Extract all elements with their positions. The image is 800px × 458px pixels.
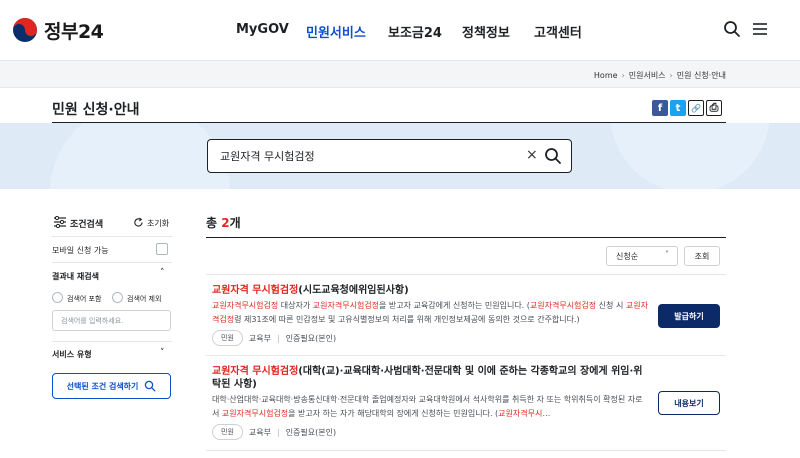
tag-separator: | [276,333,280,343]
item-divider [206,450,726,451]
breadcrumb-home[interactable]: Home [594,71,618,80]
query-button[interactable]: 조회 [684,246,720,266]
nav-subsidy[interactable]: 보조금24 [388,22,442,41]
nav-mygov[interactable]: MyGOV [236,22,289,37]
auth-label: 인증필요(본인) [285,333,337,343]
site-header: 정부24 MyGOV 민원서비스 보조금24 정책정보 고객센터 [0,0,800,60]
search-icon [145,380,156,392]
include-label: 검색어 포함 [67,295,102,303]
type-tag: 민원 [212,330,243,346]
share-buttons: f t 🔗 ⎙ [652,100,722,116]
org-label: 교육부 [248,333,271,343]
filter-sliders-icon [54,216,66,228]
view-details-button[interactable]: 내용보기 [658,391,720,415]
breadcrumb-current: 민원 신청·안내 [676,71,726,80]
twitter-share-icon[interactable]: t [670,100,686,116]
print-icon[interactable]: ⎙ [706,100,722,116]
item-divider [206,355,726,356]
total-prefix: 총 [206,216,222,230]
sidebar-divider [52,262,172,263]
result-total: 총 2개 [206,214,241,231]
search-input[interactable] [220,147,510,165]
sort-value: 신청순 [616,252,639,261]
item-divider [206,274,726,275]
result-description: 대학·산업대학·교육대학·방송통신대학·전문대학 졸업예정자와 교육대학원에서 … [212,393,648,420]
menu-icon[interactable] [750,19,770,39]
breadcrumb-civil-service[interactable]: 민원서비스 [629,70,666,81]
search-icon[interactable] [722,19,742,39]
keyword-highlight: 교원자격무시… [498,408,551,418]
mobile-filter-label: 모바일 신청 가능 [52,246,109,255]
site-logo[interactable]: 정부24 [12,16,104,44]
total-suffix: 개 [229,216,241,230]
auth-label: 인증필요(본인) [285,427,337,437]
include-radio[interactable] [52,292,63,303]
description-text: 신청 시 [596,301,626,310]
search-submit-icon[interactable] [543,146,563,166]
result-tags: 민원 교육부 | 인증필요(본인) [212,424,336,440]
clear-search-icon[interactable]: × [526,147,538,163]
nav-civil-service[interactable]: 민원서비스 [306,22,366,41]
refine-search-label: 결과내 재검색 [52,272,99,281]
chevron-down-icon: ˅ [665,250,669,259]
keyword-highlight: 교원자격무시험검정 [221,408,289,418]
sidebar-divider [52,341,172,342]
nav-customer-center[interactable]: 고객센터 [534,22,582,41]
sort-select[interactable]: 신청순 ˅ [606,246,678,266]
chevron-right-icon: › [669,71,673,80]
exclude-label: 검색어 제외 [127,295,162,303]
chevron-right-icon: › [621,71,625,80]
org-label: 교육부 [248,427,271,437]
tag-separator: | [276,427,280,437]
link-copy-icon[interactable]: 🔗 [688,100,704,116]
filter-title: 조건검색 [70,220,104,230]
exclude-radio[interactable] [112,292,123,303]
sidebar-divider [52,236,172,237]
breadcrumb: Home › 민원서비스 › 민원 신청·안내 [594,70,726,81]
type-tag: 민원 [212,424,243,440]
keyword-highlight: 교원자격무시험검정 [312,301,380,310]
refine-search-input[interactable] [52,310,171,331]
description-text: 을 받고자 하는 자가 해당대학의 장에게 신청하는 민원입니다. ( [288,408,499,418]
page-title: 민원 신청·안내 [52,102,140,118]
result-description: 교원자격무시험검정 대상자가 교원자격무시험검정을 받고자 교육감에게 신청하는… [212,299,648,326]
breadcrumb-bar: Home › 민원서비스 › 민원 신청·안내 [0,60,800,88]
description-text: 을 받고자 교육감에게 신청하는 민원입니다. ( [379,301,530,310]
result-title-highlight: 교원자격 무시험검정 [212,285,299,296]
refresh-icon[interactable] [133,217,144,228]
description-text: 령 제31조에 따른 민감정보 및 고유식별정보의 처리를 위해 개인정보제공에… [234,314,580,324]
chevron-up-icon[interactable]: ˄ [160,268,165,278]
keyword-highlight: 교원자격무시험검정 [212,301,279,310]
reset-button[interactable]: 초기화 [147,218,169,229]
mobile-filter-checkbox[interactable] [156,243,168,255]
total-count: 2 [221,216,230,230]
nav-policy[interactable]: 정책정보 [462,22,510,41]
apply-filter-button[interactable]: 선택된 조건 검색하기 [52,373,171,399]
issue-button[interactable]: 발급하기 [658,304,720,328]
result-title-highlight: 교원자격 무시험검정 [212,366,299,377]
result-tags: 민원 교육부 | 인증필요(본인) [212,330,336,346]
apply-filter-label: 선택된 조건 검색하기 [66,381,139,391]
facebook-share-icon[interactable]: f [652,100,668,116]
chevron-down-icon[interactable]: ˅ [160,348,165,358]
result-title[interactable]: 교원자격 무시험검정(시도교육청에위임된사항) [212,284,642,297]
logo-text: 정부24 [44,20,104,43]
keyword-highlight: 교원자격무시험검정 [529,301,597,310]
results-divider [206,237,726,238]
description-text: 대상자가 [278,301,313,310]
result-title-rest: (시도교육청에위임된사항) [298,285,409,296]
service-type-label: 서비스 유형 [52,350,92,359]
taegeuk-logo-icon [13,18,37,42]
result-title[interactable]: 교원자격 무시험검정(대학(교)·교육대학·사범대학·전문대학 및 이에 준하는… [212,365,648,391]
search-box: × [207,139,572,173]
